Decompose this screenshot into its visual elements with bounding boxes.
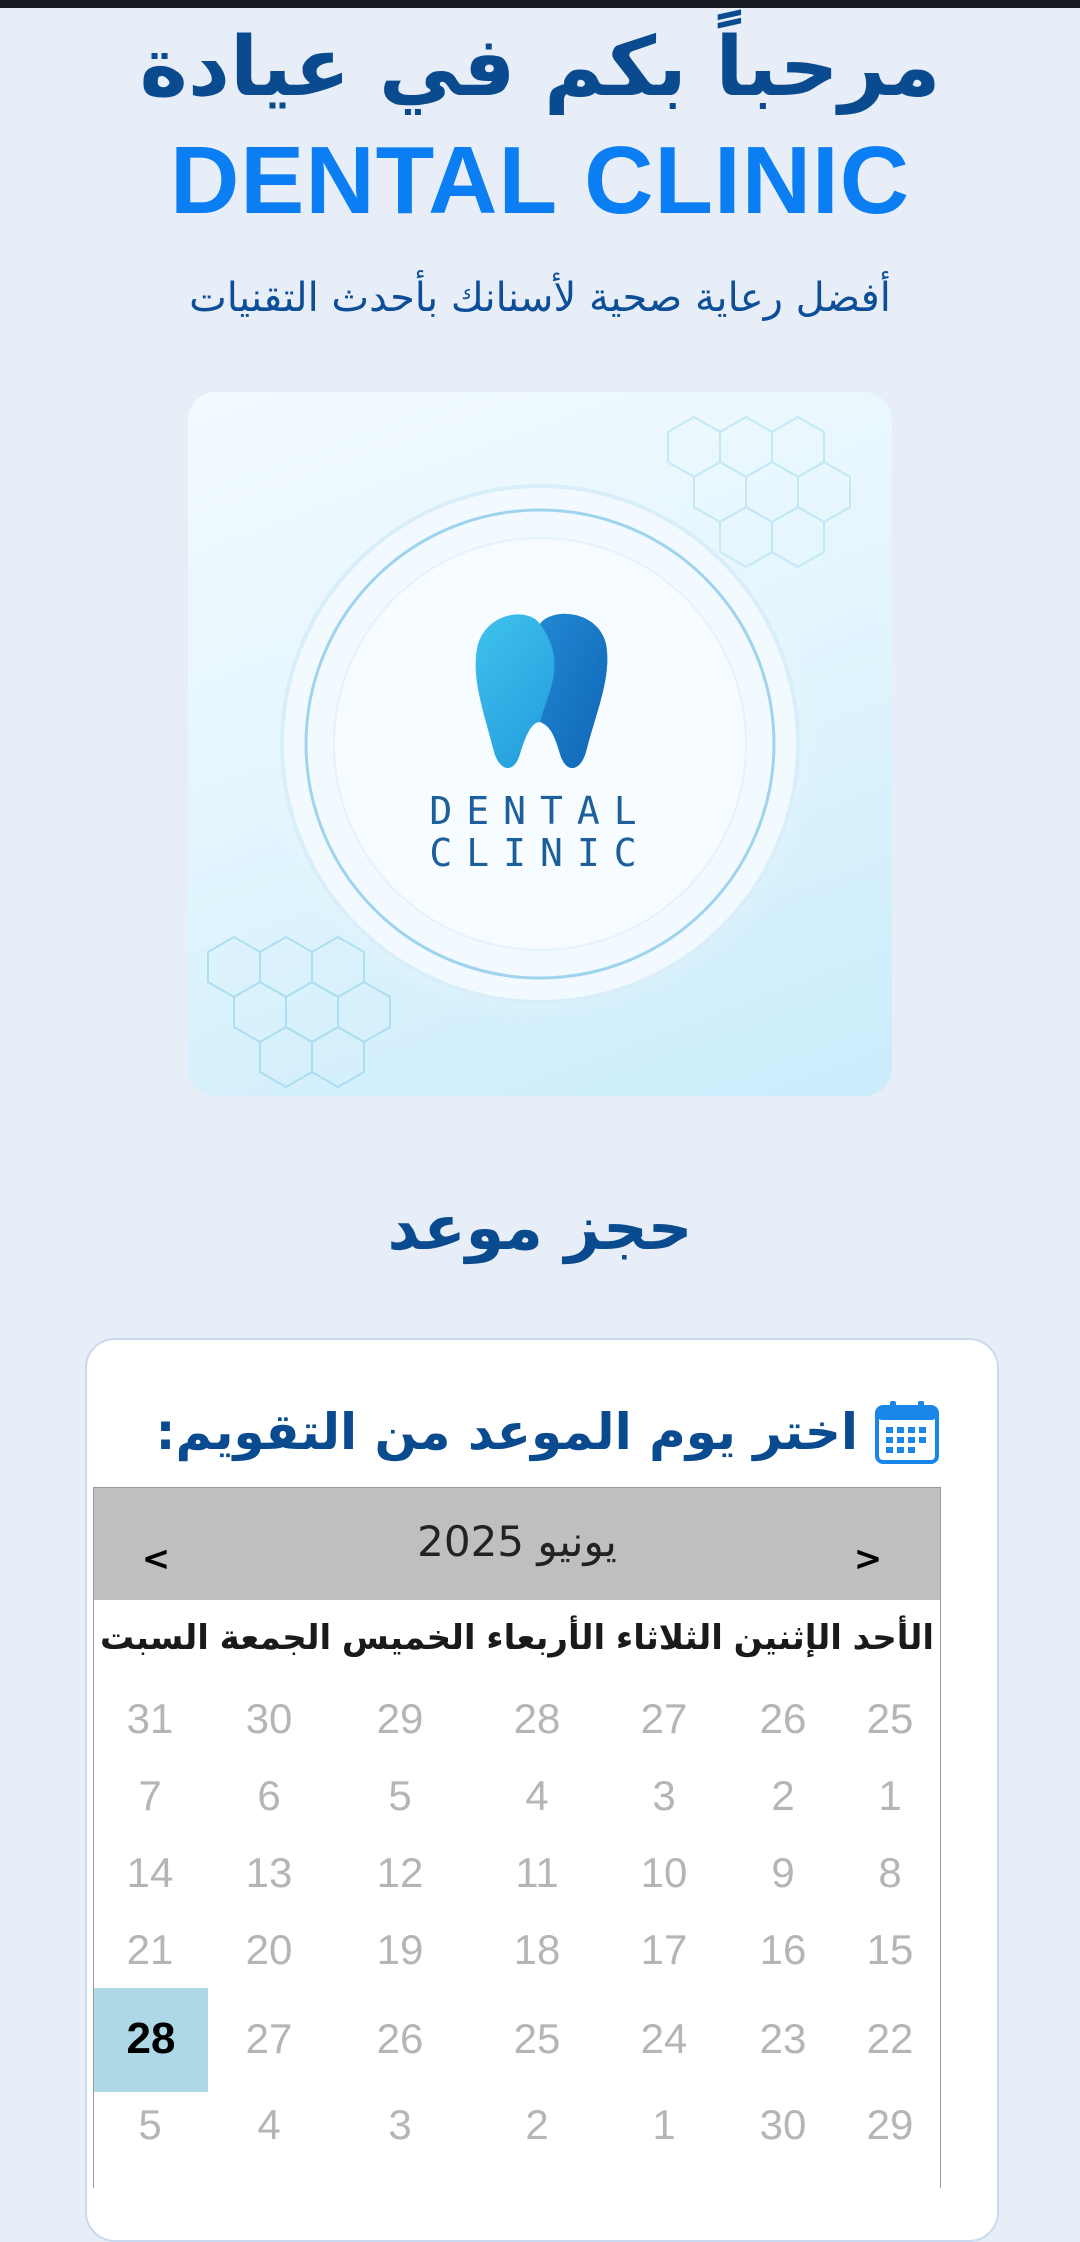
- calendar-day[interactable]: 30: [735, 2100, 831, 2150]
- logo-text-line2: CLINIC: [429, 831, 650, 875]
- clinic-brand-name: DENTAL CLINIC: [169, 127, 911, 234]
- calendar-day[interactable]: 3: [616, 1771, 712, 1821]
- calendar-day[interactable]: 27: [616, 1694, 712, 1744]
- booking-title: حجز موعد: [387, 1191, 693, 1264]
- calendar-day[interactable]: 23: [735, 2014, 831, 2064]
- calendar-day[interactable]: 25: [489, 2014, 585, 2064]
- calendar-day[interactable]: 4: [221, 2100, 317, 2150]
- pick-day-label: اختر يوم الموعد من التقويم:: [155, 1403, 859, 1461]
- calendar-day[interactable]: 17: [616, 1925, 712, 1975]
- calendar-day[interactable]: 4: [489, 1771, 585, 1821]
- calendar-day[interactable]: 14: [102, 1848, 198, 1898]
- logo-text-line1: DENTAL: [429, 789, 650, 833]
- calendar-day[interactable]: 5: [352, 1771, 448, 1821]
- next-month-button[interactable]: >: [838, 1534, 898, 1584]
- calendar-day[interactable]: 29: [352, 1694, 448, 1744]
- calendar-day[interactable]: 26: [352, 2014, 448, 2064]
- weekday-label: الجمعة: [219, 1618, 333, 1658]
- month-year-label: يونيو 2025: [417, 1517, 617, 1566]
- calendar-day[interactable]: 22: [842, 2014, 938, 2064]
- calendar-day[interactable]: 7: [102, 1771, 198, 1821]
- date-picker-calendar: < يونيو 2025 > الأحد الإثنين الثلاثاء ال…: [93, 1487, 941, 2188]
- weekday-label: الأحد: [852, 1618, 935, 1658]
- calendar-day[interactable]: 16: [735, 1925, 831, 1975]
- calendar-day[interactable]: 13: [221, 1848, 317, 1898]
- calendar-day[interactable]: 27: [221, 2014, 317, 2064]
- top-status-strip: [0, 0, 1080, 8]
- calendar-day[interactable]: 15: [842, 1925, 938, 1975]
- calendar-day[interactable]: 19: [352, 1925, 448, 1975]
- selected-day-number: 28: [126, 2014, 176, 2063]
- welcome-title: مرحباً بكم في عيادة: [139, 20, 941, 115]
- calendar-header: < يونيو 2025 >: [94, 1488, 940, 1600]
- weekday-label: الإثنين: [733, 1618, 843, 1658]
- selected-day-cell[interactable]: 28: [94, 1988, 208, 2092]
- calendar-day[interactable]: 2: [489, 2100, 585, 2150]
- calendar-day[interactable]: 21: [102, 1925, 198, 1975]
- calendar-day[interactable]: 28: [489, 1694, 585, 1744]
- calendar-day[interactable]: 12: [352, 1848, 448, 1898]
- calendar-day[interactable]: 18: [489, 1925, 585, 1975]
- pick-day-row: اختر يوم الموعد من التقويم:: [156, 1392, 941, 1472]
- clinic-logo-image: DENTAL CLINIC: [188, 392, 892, 1096]
- calendar-day[interactable]: 30: [221, 1694, 317, 1744]
- calendar-day[interactable]: 9: [735, 1848, 831, 1898]
- calendar-day[interactable]: 1: [616, 2100, 712, 2150]
- weekday-label: الأربعاء: [486, 1618, 606, 1658]
- calendar-day[interactable]: 1: [842, 1771, 938, 1821]
- calendar-day[interactable]: 5: [102, 2100, 198, 2150]
- weekday-label: الثلاثاء: [615, 1618, 724, 1658]
- weekday-label: الخميس: [341, 1618, 477, 1658]
- calendar-day[interactable]: 8: [842, 1848, 938, 1898]
- calendar-day[interactable]: 29: [842, 2100, 938, 2150]
- calendar-day[interactable]: 6: [221, 1771, 317, 1821]
- calendar-icon: [875, 1401, 939, 1464]
- weekday-label: السبت: [100, 1618, 210, 1658]
- calendar-day[interactable]: 20: [221, 1925, 317, 1975]
- calendar-day[interactable]: 31: [102, 1694, 198, 1744]
- calendar-day[interactable]: 2: [735, 1771, 831, 1821]
- calendar-day[interactable]: 24: [616, 2014, 712, 2064]
- calendar-day[interactable]: 10: [616, 1848, 712, 1898]
- calendar-day[interactable]: 25: [842, 1694, 938, 1744]
- calendar-day[interactable]: 3: [352, 2100, 448, 2150]
- calendar-day[interactable]: 11: [489, 1848, 585, 1898]
- weekday-header-row: الأحد الإثنين الثلاثاء الأربعاء الخميس ا…: [94, 1610, 940, 1666]
- calendar-day[interactable]: 26: [735, 1694, 831, 1744]
- welcome-subtitle: أفضل رعاية صحية لأسنانك بأحدث التقنيات: [189, 275, 891, 321]
